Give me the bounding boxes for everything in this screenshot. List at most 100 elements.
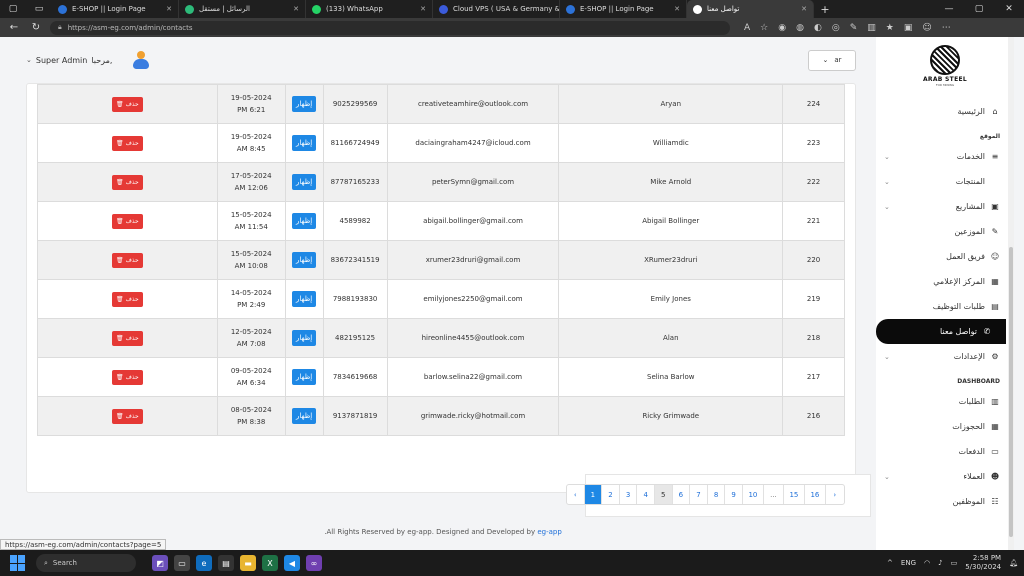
tab-close-icon[interactable]: ✕ <box>420 5 426 13</box>
vscode-icon[interactable]: ◀ <box>284 555 300 571</box>
pagination-page[interactable]: 3 <box>620 485 638 504</box>
show-button[interactable]: إظهار <box>291 330 317 346</box>
show-button[interactable]: إظهار <box>291 96 317 112</box>
delete-button[interactable]: حذف 🗑︎ <box>112 213 143 229</box>
browser-tab[interactable]: E-SHOP || Login Page ✕ <box>560 0 687 18</box>
sidebar-item[interactable]: ▦ المركز الإعلامي <box>876 269 1014 294</box>
pagination-page[interactable]: 16 <box>805 485 826 504</box>
extension-icon[interactable]: ◉ <box>778 23 786 33</box>
pagination-page[interactable]: 1 <box>584 485 603 504</box>
sidebar-item[interactable]: ⚙ الإعدادات ⌄ <box>876 344 1014 369</box>
user-menu[interactable]: ⌄ Super Admin مرحبا, <box>26 51 150 69</box>
file-explorer-icon[interactable]: ▬ <box>240 555 256 571</box>
battery-icon[interactable]: ▭ <box>951 559 958 567</box>
pagination-page[interactable]: 15 <box>784 485 805 504</box>
language-indicator[interactable]: ENG <box>901 559 916 567</box>
pagination-page[interactable]: 10 <box>743 485 764 504</box>
extension-icon-2[interactable]: ◍ <box>796 23 804 33</box>
wifi-icon[interactable]: ◠ <box>924 559 930 567</box>
pen-icon[interactable]: ✎ <box>850 23 858 33</box>
show-button[interactable]: إظهار <box>291 174 317 190</box>
pagination-page[interactable]: 7 <box>690 485 708 504</box>
notifications-icon[interactable]: 🔔︎ <box>1009 559 1018 567</box>
show-button[interactable]: إظهار <box>291 369 317 385</box>
profile-icon[interactable]: ☺ <box>922 23 931 33</box>
volume-icon[interactable]: ♪ <box>938 559 942 567</box>
close-window-icon[interactable]: ✕ <box>994 0 1024 18</box>
logo[interactable]: ARAB STEEL FOR MINING <box>919 45 971 89</box>
menu-dots-icon[interactable]: ⋯ <box>942 23 951 33</box>
pagination-next[interactable]: › <box>826 485 844 504</box>
delete-button[interactable]: حذف 🗑︎ <box>112 369 143 385</box>
sidebar-item[interactable]: ✆ تواصل معنا <box>876 319 1006 344</box>
browser-tab[interactable]: Cloud VPS ( USA & Germany & F ✕ <box>433 0 560 18</box>
show-button[interactable]: إظهار <box>291 213 317 229</box>
read-aloud-icon[interactable]: A <box>744 23 750 33</box>
footer-link[interactable]: eg-app <box>537 528 561 536</box>
collections-icon[interactable]: ▣ <box>904 23 913 33</box>
sidebar-item[interactable]: ✎ الموزعين <box>876 219 1014 244</box>
reload-icon[interactable]: ↻ <box>28 22 44 33</box>
taskbar-search[interactable]: ⌕ Search <box>36 554 136 572</box>
workspaces-icon[interactable]: ▭ <box>26 0 52 18</box>
language-dropdown[interactable]: ⌄ ar <box>808 49 856 71</box>
scrollbar-thumb[interactable] <box>1009 247 1013 537</box>
favorite-star-icon[interactable]: ☆ <box>760 23 768 33</box>
clock[interactable]: 2:58 PM 5/30/2024 <box>965 554 1001 572</box>
show-button[interactable]: إظهار <box>291 291 317 307</box>
delete-button[interactable]: حذف 🗑︎ <box>112 408 143 424</box>
back-icon[interactable]: ← <box>6 22 22 33</box>
pagination-page[interactable]: 6 <box>673 485 691 504</box>
pagination-page[interactable]: 5 <box>654 485 673 504</box>
sidebar-item[interactable]: ▭ الدفعات <box>876 439 1014 464</box>
extension-icon-3[interactable]: ◐ <box>814 23 822 33</box>
show-button[interactable]: إظهار <box>291 252 317 268</box>
sidebar-item[interactable]: ▥ الطلبات <box>876 389 1014 414</box>
tab-close-icon[interactable]: ✕ <box>801 5 807 13</box>
extension-icon-4[interactable]: ◎ <box>832 23 840 33</box>
tab-actions-icon[interactable]: ▢ <box>0 0 26 18</box>
tray-chevron-icon[interactable]: ^ <box>887 559 893 567</box>
delete-button[interactable]: حذف 🗑︎ <box>112 96 143 112</box>
sidebar-item[interactable]: ☷ الموظفين <box>876 489 1014 514</box>
delete-button[interactable]: حذف 🗑︎ <box>112 291 143 307</box>
scrollbar[interactable] <box>1008 37 1014 550</box>
pagination-page[interactable]: 4 <box>637 485 655 504</box>
sidebar-item[interactable]: ≡ الخدمات ⌄ <box>876 144 1014 169</box>
favorites-icon[interactable]: ★ <box>886 23 894 33</box>
tab-close-icon[interactable]: ✕ <box>166 5 172 13</box>
sidebar-item[interactable]: ☺ فريق العمل <box>876 244 1014 269</box>
windows-start-icon[interactable] <box>10 555 26 571</box>
browser-tab[interactable]: (133) WhatsApp ✕ <box>306 0 433 18</box>
show-button[interactable]: إظهار <box>291 408 317 424</box>
split-screen-icon[interactable]: ▥ <box>867 23 876 33</box>
maximize-icon[interactable]: ▢ <box>964 0 994 18</box>
delete-button[interactable]: حذف 🗑︎ <box>112 135 143 151</box>
edge-icon[interactable]: e <box>196 555 212 571</box>
browser-tab[interactable]: الرسائل | مستقل ✕ <box>179 0 306 18</box>
sidebar-item[interactable]: ▤ طلبات التوظيف <box>876 294 1014 319</box>
delete-button[interactable]: حذف 🗑︎ <box>112 174 143 190</box>
visual-studio-icon[interactable]: ∞ <box>306 555 322 571</box>
show-button[interactable]: إظهار <box>291 135 317 151</box>
task-view-icon[interactable]: ▭ <box>174 555 190 571</box>
minimize-icon[interactable]: — <box>934 0 964 18</box>
new-tab-button[interactable]: + <box>814 0 836 18</box>
pagination-prev[interactable]: ‹ <box>567 485 585 504</box>
sidebar-item[interactable]: ⌂ الرئيسية <box>876 99 1014 124</box>
sidebar-item[interactable]: ☻ العملاء ⌄ <box>876 464 1014 489</box>
browser-tab[interactable]: تواصل معنا ✕ <box>687 0 814 18</box>
pagination-page[interactable]: 8 <box>708 485 726 504</box>
tab-close-icon[interactable]: ✕ <box>293 5 299 13</box>
delete-button[interactable]: حذف 🗑︎ <box>112 330 143 346</box>
delete-button[interactable]: حذف 🗑︎ <box>112 252 143 268</box>
pagination-page[interactable]: 2 <box>602 485 620 504</box>
excel-icon[interactable]: X <box>262 555 278 571</box>
tab-close-icon[interactable]: ✕ <box>674 5 680 13</box>
pagination-page[interactable]: 9 <box>725 485 743 504</box>
sidebar-item[interactable]: ▦ الحجوزات <box>876 414 1014 439</box>
sidebar-item[interactable]: المنتجات ⌄ <box>876 169 1014 194</box>
browser-tab[interactable]: E-SHOP || Login Page ✕ <box>52 0 179 18</box>
widgets-icon[interactable]: ◩ <box>152 555 168 571</box>
url-field[interactable]: 🔒︎ https://asm-eg.com/admin/contacts <box>50 20 730 35</box>
